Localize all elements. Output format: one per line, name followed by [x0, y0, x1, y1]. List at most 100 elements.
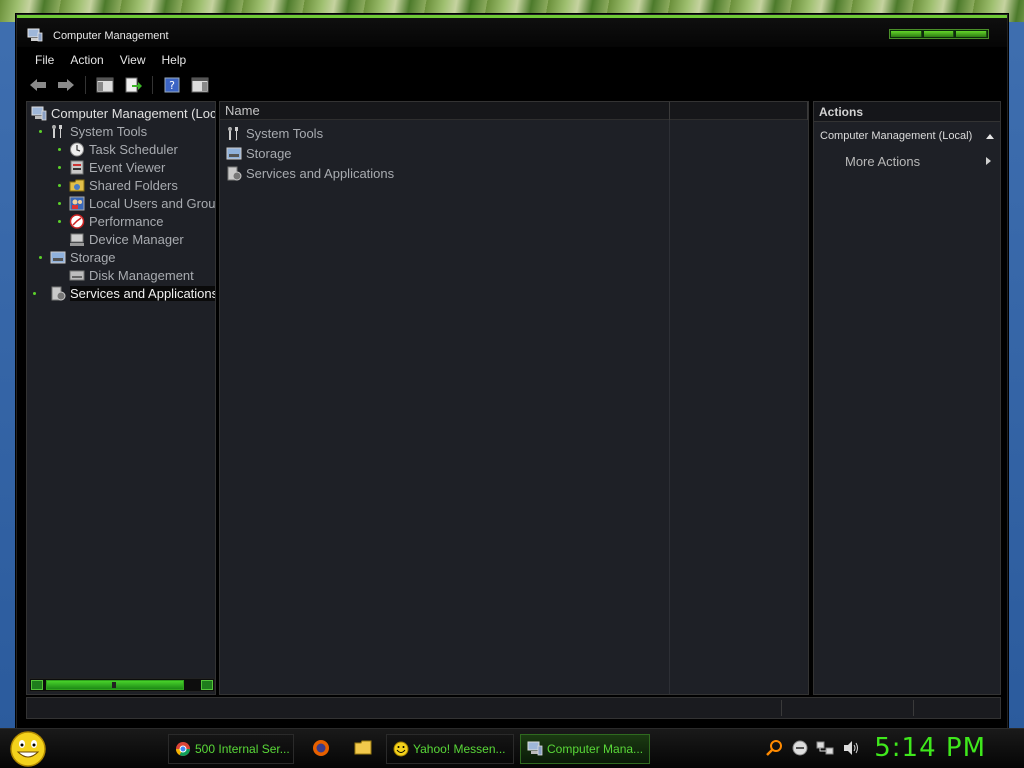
tree-item-computer-management[interactable]: Computer Management (Loc	[31, 104, 215, 122]
console-tree[interactable]: Computer Management (Loc System Tools Ta…	[26, 101, 216, 695]
export-list-icon	[125, 77, 142, 93]
performance-icon	[69, 213, 85, 229]
scroll-left-button[interactable]	[31, 680, 43, 690]
taskbar-button-computer-management[interactable]: Computer Mana...	[520, 734, 650, 764]
expand-dot[interactable]	[58, 220, 61, 223]
firefox-icon[interactable]	[312, 739, 330, 757]
menu-bar: File Action View Help	[27, 49, 194, 71]
services-icon	[51, 286, 66, 300]
toolbar: ?	[27, 73, 211, 97]
help-icon: ?	[164, 77, 180, 93]
title-bar[interactable]: Computer Management	[17, 15, 1007, 47]
storage-icon	[226, 147, 242, 159]
list-item-system-tools[interactable]: System Tools	[226, 124, 323, 142]
window-title: Computer Management	[53, 30, 169, 42]
toolbar-separator	[152, 76, 153, 94]
details-pane[interactable]: Name System Tools Storage Services and A…	[219, 101, 809, 695]
taskbar-clock[interactable]: 5:14 PM	[874, 733, 986, 763]
actions-pane: Actions Computer Management (Local) More…	[813, 101, 1001, 695]
more-actions-label: More Actions	[845, 154, 921, 169]
tree-item-system-tools[interactable]: System Tools	[50, 122, 147, 140]
tree-item-storage[interactable]: Storage	[50, 248, 116, 266]
users-icon	[69, 196, 85, 210]
computer-management-icon	[31, 106, 47, 120]
taskbar: 500 Internal Ser... Yahoo! Messen... Com…	[0, 728, 1024, 768]
back-icon	[30, 79, 46, 91]
tree-item-disk-management[interactable]: Disk Management	[69, 266, 194, 284]
folder-icon[interactable]	[354, 739, 372, 757]
shared-folder-icon	[69, 179, 85, 191]
tree-item-shared-folders[interactable]: Shared Folders	[69, 176, 178, 194]
list-item-storage[interactable]: Storage	[226, 144, 292, 162]
tree-item-services-and-applications[interactable]: Services and Applications	[50, 284, 215, 302]
list-item-label: Services and Applications	[246, 165, 395, 181]
export-list-button[interactable]	[122, 75, 144, 95]
tools-icon	[228, 126, 238, 140]
taskbar-button-chrome[interactable]: 500 Internal Ser...	[168, 734, 294, 764]
tree-item-label: Performance	[89, 213, 164, 229]
scrollbar-thumb[interactable]	[112, 682, 116, 688]
svg-text:?: ?	[169, 79, 175, 92]
system-tray	[766, 739, 860, 757]
help-button[interactable]: ?	[161, 75, 183, 95]
search-icon[interactable]	[766, 739, 784, 757]
status-separator	[913, 700, 914, 716]
tree-item-label: Local Users and Grou	[89, 195, 216, 211]
services-icon	[227, 166, 242, 180]
menu-view[interactable]: View	[112, 49, 154, 71]
tree-item-device-manager[interactable]: Device Manager	[69, 230, 184, 248]
column-header-empty[interactable]	[670, 102, 808, 120]
close-button[interactable]	[956, 31, 988, 37]
computer-management-window: Computer Management File Action View Hel…	[16, 14, 1008, 730]
taskbar-button-label: Yahoo! Messen...	[413, 742, 506, 756]
forward-button[interactable]	[55, 75, 77, 95]
list-header: Name	[220, 102, 808, 120]
submenu-arrow-icon	[986, 157, 991, 165]
expand-dot[interactable]	[58, 166, 61, 169]
network-icon[interactable]	[816, 740, 834, 756]
tree-item-label: Task Scheduler	[89, 141, 178, 157]
actions-section-computer-management[interactable]: Computer Management (Local)	[820, 130, 996, 142]
expand-dot[interactable]	[33, 292, 36, 295]
maximize-button[interactable]	[923, 31, 955, 37]
menu-file[interactable]: File	[27, 49, 62, 71]
expand-dot[interactable]	[58, 184, 61, 187]
forward-icon	[58, 79, 74, 91]
tree-item-event-viewer[interactable]: Event Viewer	[69, 158, 165, 176]
expand-dot[interactable]	[39, 130, 42, 133]
menu-action[interactable]: Action	[62, 49, 111, 71]
status-icon[interactable]	[792, 740, 808, 756]
collapse-arrow-icon[interactable]	[986, 134, 994, 139]
tools-icon	[52, 124, 62, 138]
column-header-name[interactable]: Name	[220, 102, 670, 120]
clock-icon	[70, 142, 84, 156]
storage-icon	[50, 251, 66, 263]
tree-item-performance[interactable]: Performance	[69, 212, 163, 230]
more-actions-item[interactable]: More Actions	[845, 154, 995, 169]
tree-item-label: Event Viewer	[89, 159, 166, 175]
show-hide-action-pane-button[interactable]	[189, 75, 211, 95]
start-button-smiley-icon[interactable]	[8, 730, 48, 768]
taskbar-button-label: Computer Mana...	[547, 742, 644, 756]
expand-dot[interactable]	[39, 256, 42, 259]
menu-help[interactable]: Help	[154, 49, 195, 71]
show-hide-console-tree-icon	[96, 77, 114, 93]
chrome-icon	[176, 742, 190, 756]
tree-item-local-users-and-groups[interactable]: Local Users and Grou	[69, 194, 215, 212]
tree-item-label: Disk Management	[89, 267, 194, 283]
expand-dot[interactable]	[58, 202, 61, 205]
show-hide-console-tree-button[interactable]	[94, 75, 116, 95]
tree-item-label: Storage	[70, 249, 116, 265]
back-button[interactable]	[27, 75, 49, 95]
tree-item-task-scheduler[interactable]: Task Scheduler	[69, 140, 178, 158]
computer-management-icon	[527, 741, 543, 756]
horizontal-scrollbar[interactable]	[29, 678, 215, 692]
scroll-right-button[interactable]	[201, 680, 213, 690]
expand-dot[interactable]	[58, 148, 61, 151]
taskbar-button-yahoo-messenger[interactable]: Yahoo! Messen...	[386, 734, 514, 764]
list-item-services-and-applications[interactable]: Services and Applications	[226, 164, 394, 182]
tree-item-label: Shared Folders	[89, 177, 178, 193]
device-manager-icon	[70, 233, 84, 246]
minimize-button[interactable]	[891, 31, 922, 37]
volume-icon[interactable]	[842, 740, 860, 756]
